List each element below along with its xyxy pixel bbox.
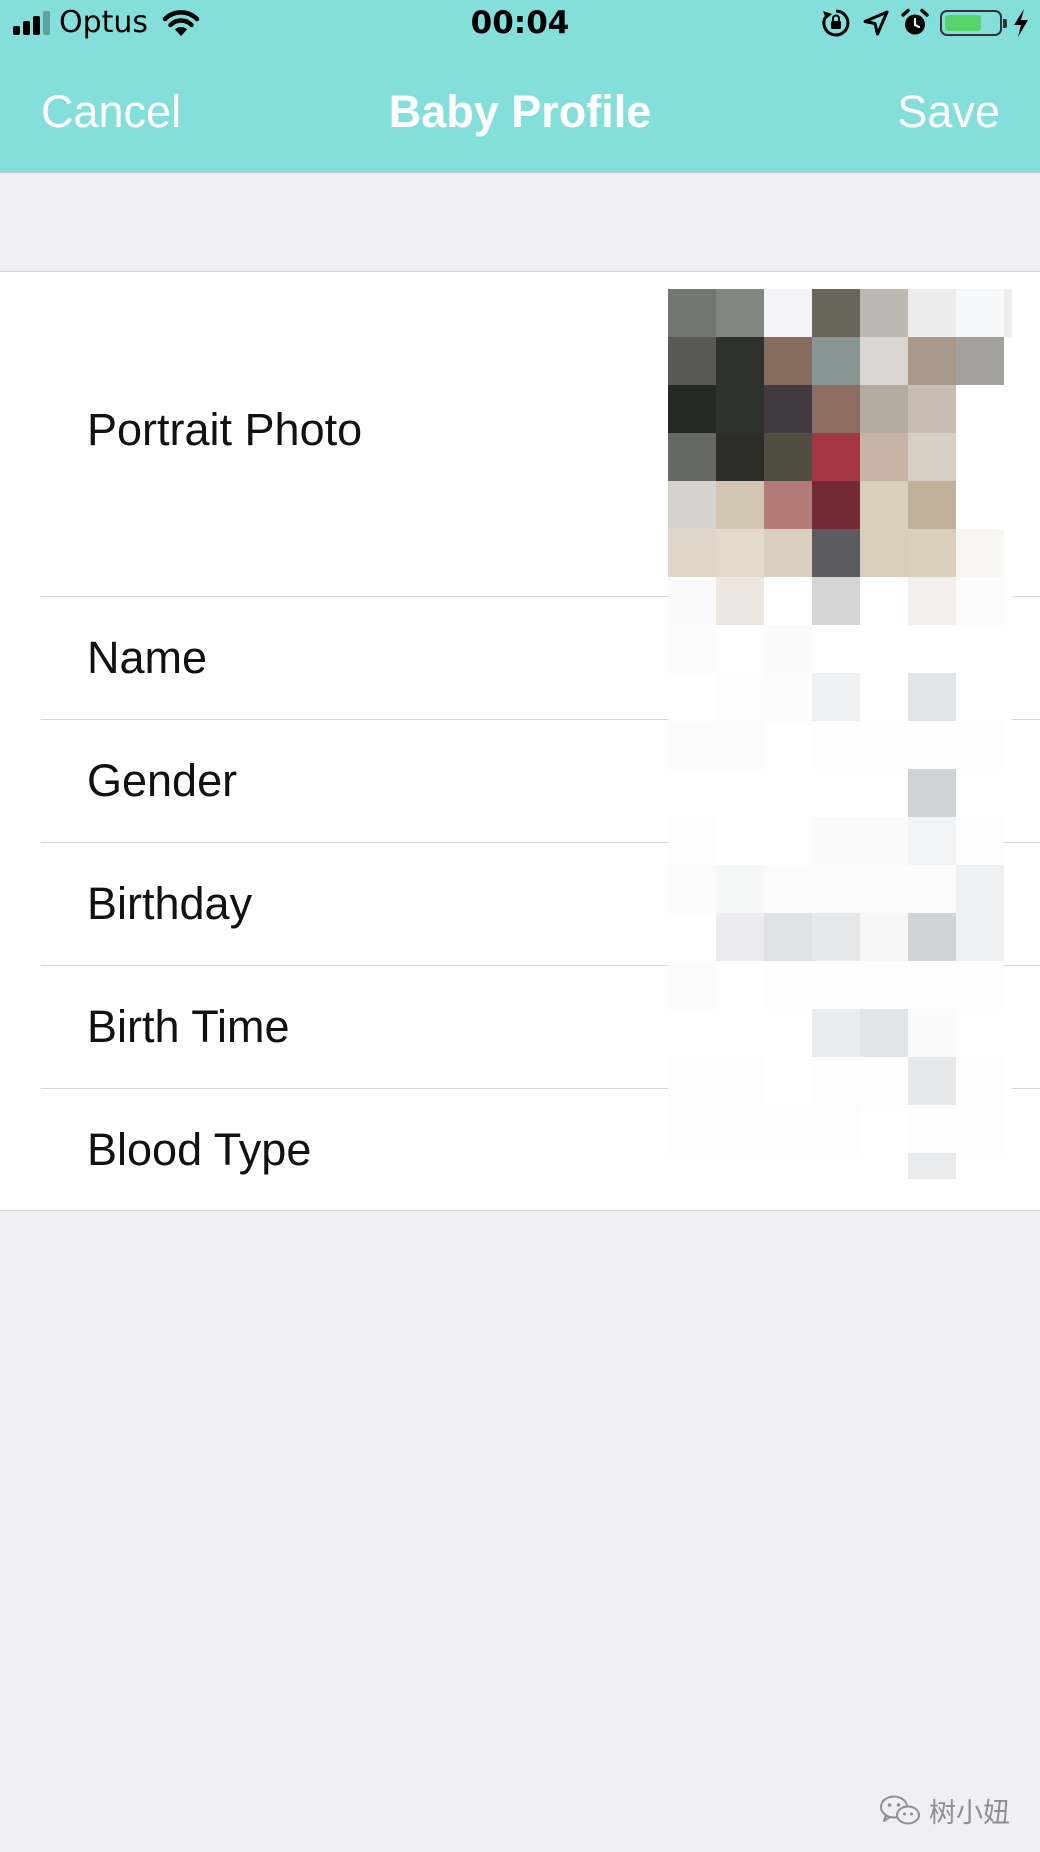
page-title: Baby Profile (388, 86, 652, 137)
row-label-blood-type: Blood Type (87, 1124, 312, 1175)
charging-icon (1014, 9, 1028, 37)
navigation-bar: Optus 00:04 Cancel Baby Profile Save (0, 0, 1040, 173)
row-label-birth-time: Birth Time (87, 1001, 290, 1052)
battery-icon (940, 10, 1007, 36)
row-label-gender: Gender (87, 755, 238, 806)
row-label-portrait-photo: Portrait Photo (87, 404, 363, 455)
row-label-birthday: Birthday (87, 878, 253, 929)
portrait-photo-pixelated[interactable] (668, 289, 1012, 1179)
status-bar: Optus 00:04 (0, 0, 1040, 46)
location-icon (863, 10, 889, 36)
wechat-icon (880, 1795, 920, 1824)
watermark: 树小妞 (879, 1791, 1010, 1830)
save-button[interactable]: Save (897, 82, 1000, 142)
watermark-text: 树小妞 (929, 1798, 1010, 1828)
status-bar-right (820, 6, 1030, 40)
orientation-lock-icon (822, 9, 850, 37)
row-label-name: Name (87, 632, 208, 683)
alarm-icon (901, 8, 929, 35)
